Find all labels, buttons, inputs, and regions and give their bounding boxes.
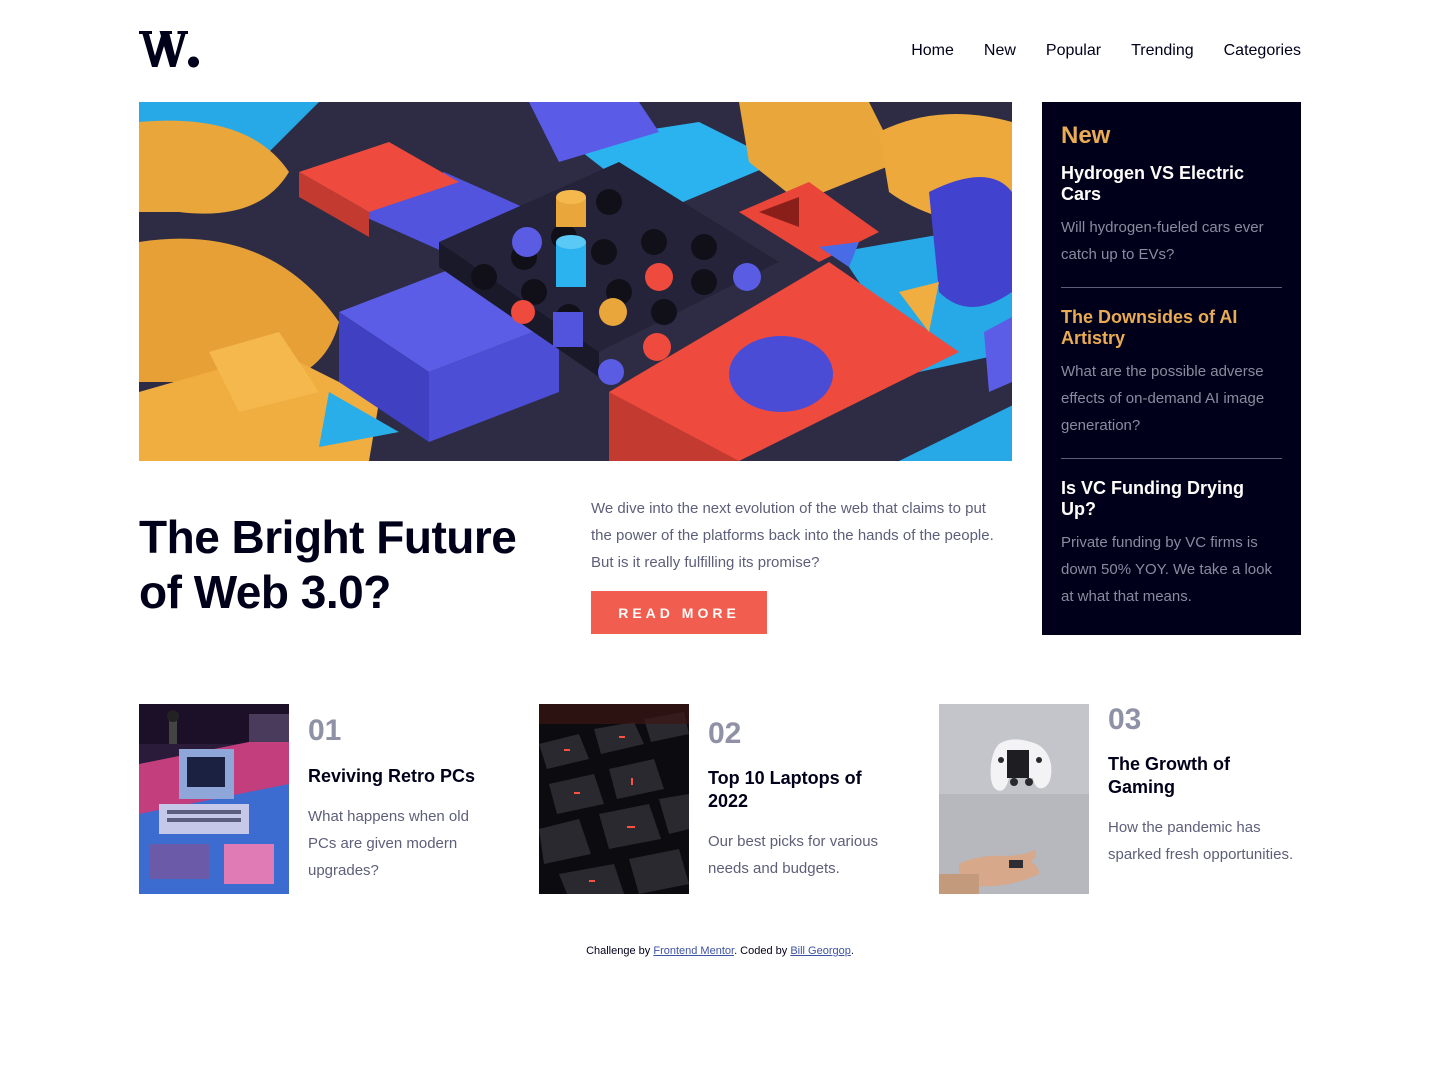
new-divider [1061,458,1282,459]
new-divider [1061,287,1282,288]
w-logo-icon[interactable] [139,28,203,70]
hero-title-line1: The Bright Future [139,511,517,563]
attribution-middle: . Coded by [734,945,788,957]
main-nav: Home New Popular Trending Categories [911,41,1301,61]
card-description: How the pandemic has sparked fresh oppor… [1108,819,1294,863]
hero-image [139,102,1012,461]
new-articles-panel: New Hydrogen VS Electric Cars Will hydro… [1042,102,1301,635]
article-card: 03 The Growth of Gaming How the pandemic… [939,703,1301,894]
card-number: 01 [308,714,342,747]
card-description: Our best picks for various needs and bud… [708,833,879,877]
read-more-button[interactable]: READ MORE [591,591,767,634]
attribution-suffix: . [850,945,854,957]
author-link[interactable]: Bill Georgop [790,945,851,957]
hero-title-line2: of Web 3.0? [139,566,391,618]
nav-trending[interactable]: Trending [1131,41,1194,61]
abstract-blocks-image [139,102,1012,461]
retro-pc-image[interactable] [139,704,289,894]
article-card: 02 Top 10 Laptops of 2022 Our best picks… [539,704,901,894]
article-card: 01 Reviving Retro PCs What happens when … [139,704,501,894]
card-number: 03 [1108,703,1142,736]
new-item-description: Will hydrogen-fueled cars ever catch up … [1061,219,1264,263]
card-title[interactable]: Top 10 Laptops of 2022 [708,767,898,813]
gamepad-image[interactable] [939,704,1089,894]
new-item-description: Private funding by VC firms is down 50% … [1061,534,1272,605]
nav-home[interactable]: Home [911,41,954,61]
nav-new[interactable]: New [984,41,1016,61]
new-item: The Downsides of AI Artistry What are th… [1061,307,1282,439]
new-item: Hydrogen VS Electric Cars Will hydrogen-… [1061,163,1282,268]
new-item-title[interactable]: Is VC Funding Drying Up? [1061,478,1282,520]
attribution-prefix: Challenge by [586,945,651,957]
attribution: Challenge by Frontend Mentor. Coded by B… [0,943,1440,959]
new-item: Is VC Funding Drying Up? Private funding… [1061,478,1282,610]
new-panel-heading: New [1061,122,1111,149]
hero-description: We dive into the next evolution of the w… [591,500,994,571]
new-item-title[interactable]: The Downsides of AI Artistry [1061,307,1282,349]
nav-categories[interactable]: Categories [1224,41,1301,61]
hero-title: The Bright Future of Web 3.0? [139,510,559,620]
card-title[interactable]: Reviving Retro PCs [308,765,498,788]
card-title[interactable]: The Growth of Gaming [1108,753,1298,799]
frontend-mentor-link[interactable]: Frontend Mentor [653,945,734,957]
card-number: 02 [708,717,742,750]
new-item-title[interactable]: Hydrogen VS Electric Cars [1061,163,1282,205]
card-description: What happens when old PCs are given mode… [308,808,469,879]
laptop-keyboard-image[interactable] [539,704,689,894]
nav-popular[interactable]: Popular [1046,41,1101,61]
new-item-description: What are the possible adverse effects of… [1061,363,1265,434]
